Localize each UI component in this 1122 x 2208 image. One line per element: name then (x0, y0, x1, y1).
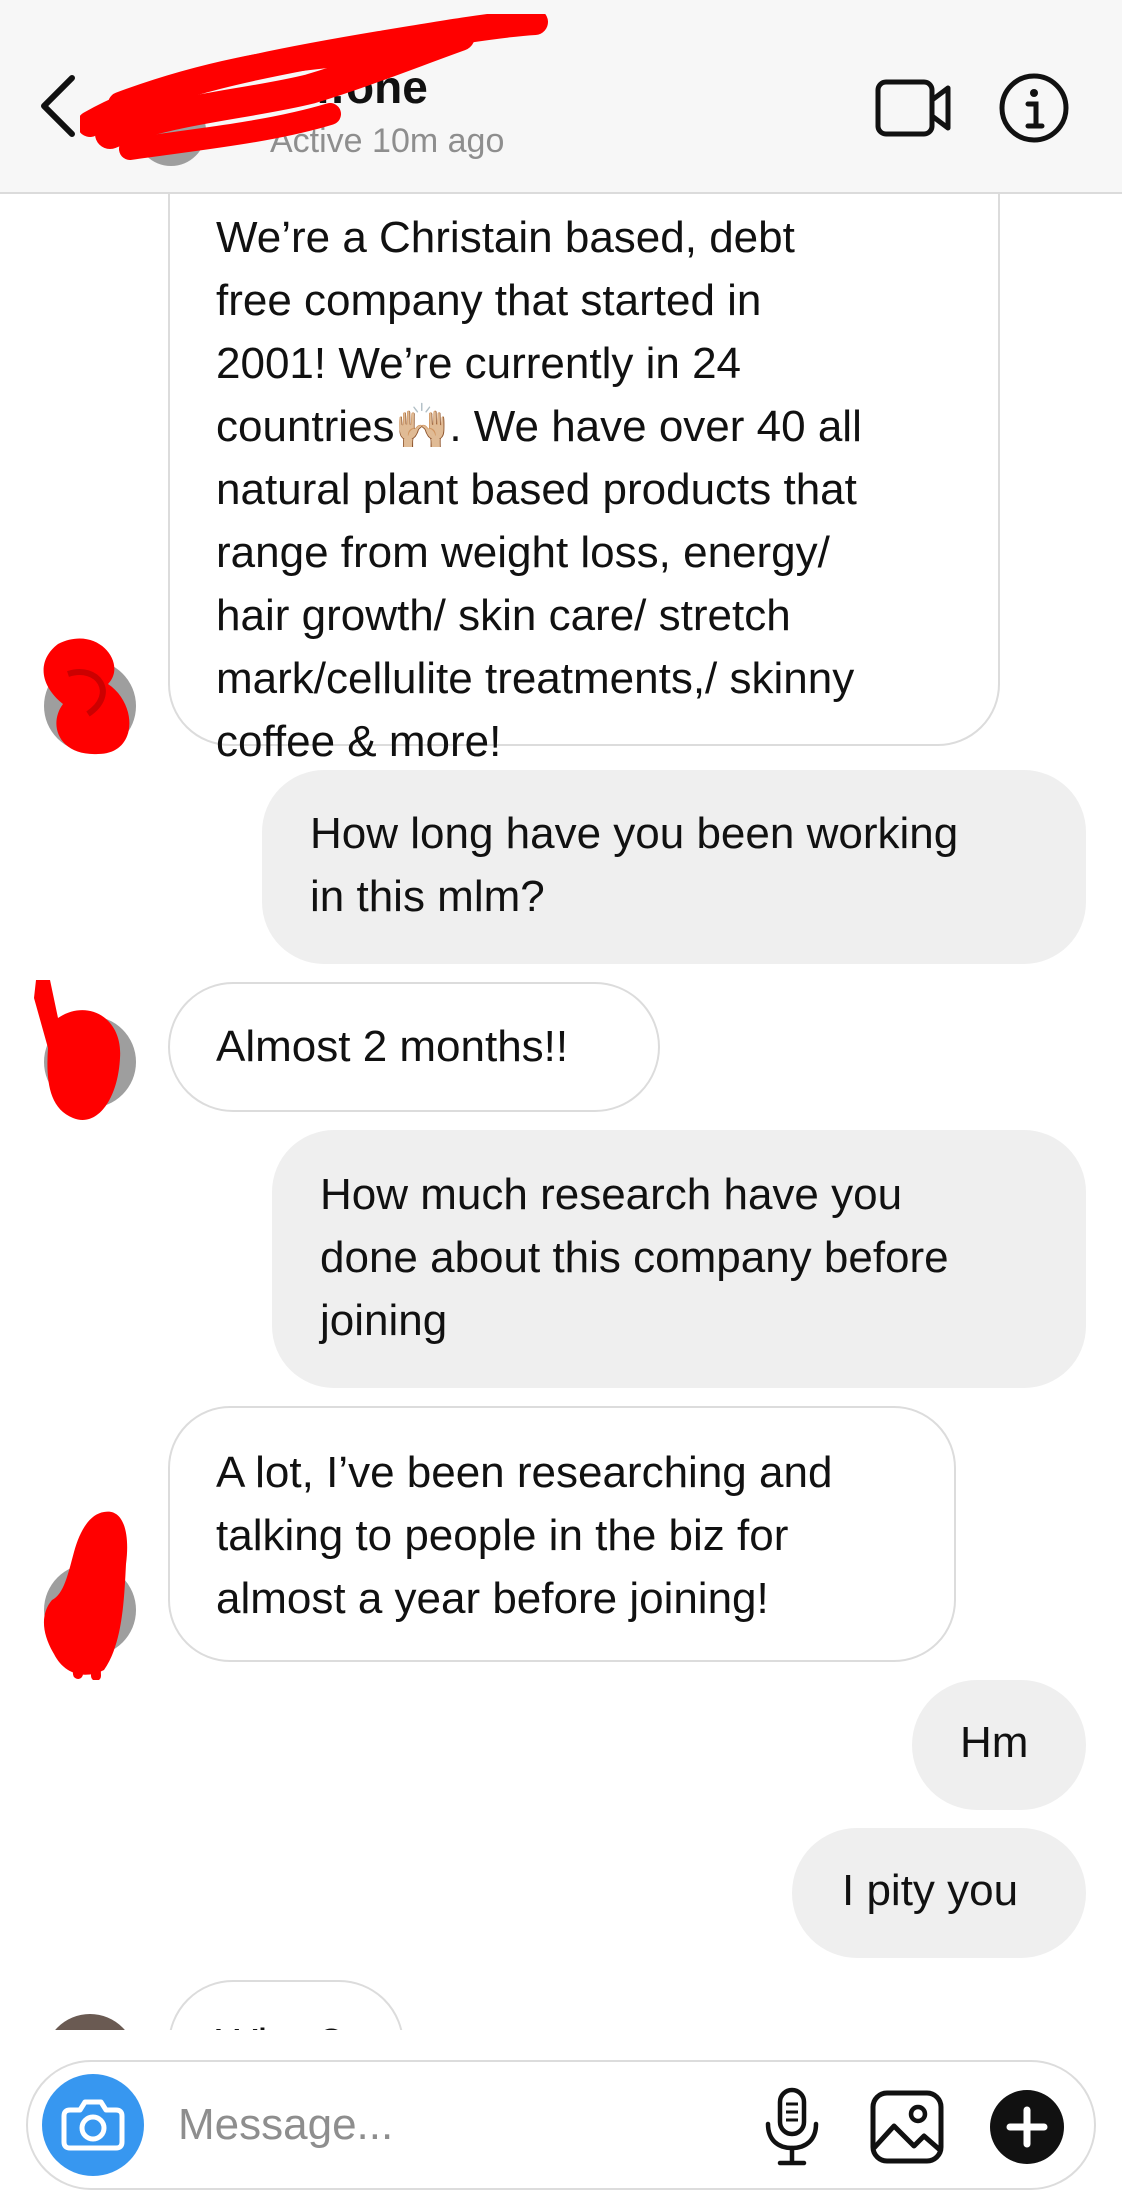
chevron-left-icon (41, 75, 75, 137)
image-gallery-icon (870, 2090, 944, 2164)
info-icon (999, 73, 1069, 143)
back-button[interactable] (30, 70, 90, 140)
incoming-message[interactable]: We’re a Christain based, debt free compa… (168, 194, 1000, 766)
message-input[interactable] (178, 2092, 738, 2158)
incoming-message[interactable]: What? (168, 1980, 404, 2030)
outgoing-message[interactable]: I pity you (792, 1828, 1086, 1958)
header-avatar[interactable] (136, 96, 206, 166)
camera-icon (61, 2099, 125, 2151)
outgoing-message[interactable]: How long have you been working in this m… (262, 770, 1086, 964)
video-call-button[interactable] (874, 76, 954, 140)
redaction-scribble (43, 1511, 128, 1680)
more-options-button[interactable] (988, 2088, 1066, 2166)
chat-header: …one Active 10m ago (0, 0, 1122, 194)
message-thread[interactable]: We’re a Christain based, debt free compa… (0, 194, 1122, 2030)
plus-icon (990, 2090, 1064, 2164)
outgoing-message[interactable]: Hm (912, 1680, 1086, 1810)
contact-status: Active 10m ago (270, 122, 505, 160)
video-camera-icon (875, 79, 951, 137)
redaction-scribble (43, 638, 130, 755)
gallery-button[interactable] (868, 2088, 946, 2166)
incoming-message[interactable]: Almost 2 months!! (168, 982, 660, 1112)
info-button[interactable] (998, 72, 1070, 144)
microphone-icon (765, 2087, 819, 2166)
redaction-scribble (34, 980, 121, 1120)
message-composer (26, 2060, 1096, 2190)
camera-button[interactable] (42, 2074, 144, 2176)
incoming-message[interactable]: A lot, I’ve been researching and talking… (168, 1406, 956, 1662)
direct-message-screen: …one Active 10m ago We’re a Christain ba… (0, 0, 1122, 2208)
outgoing-message[interactable]: How much research have you done about th… (272, 1130, 1086, 1388)
voice-message-button[interactable] (760, 2086, 824, 2168)
contact-name[interactable]: …one (300, 60, 428, 114)
sender-avatar[interactable] (44, 2014, 136, 2030)
